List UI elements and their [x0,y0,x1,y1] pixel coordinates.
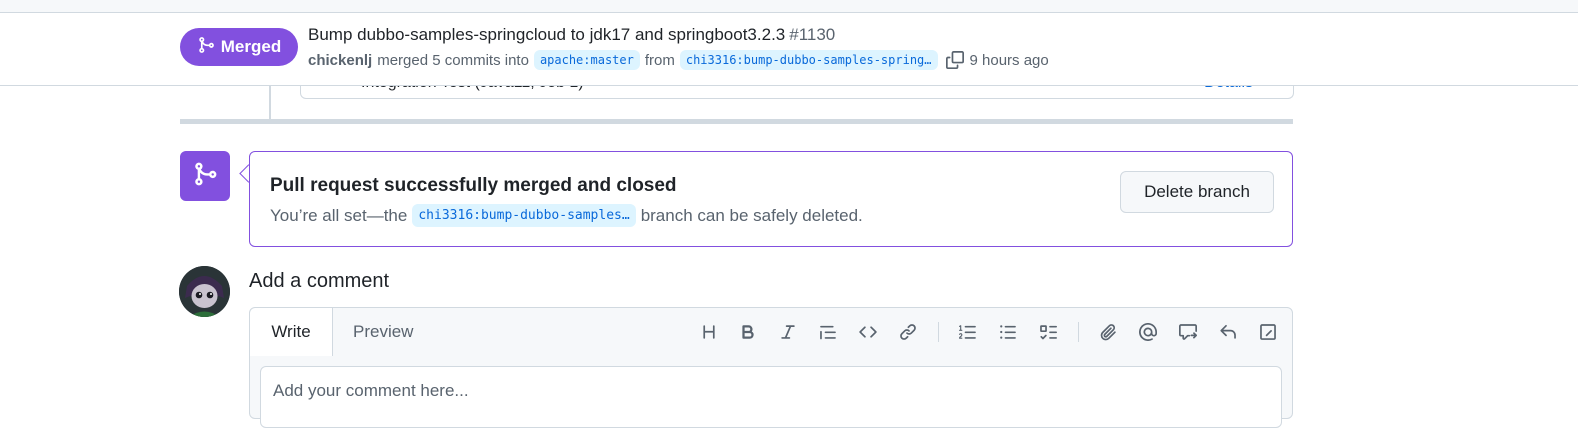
mention-icon[interactable] [1136,320,1160,344]
toolbar-separator [938,322,939,342]
from-text: from [644,51,675,69]
heading-icon[interactable] [697,320,721,344]
add-comment-heading: Add a comment [249,270,390,292]
numbered-list-icon[interactable] [956,320,980,344]
comment-textarea[interactable]: Add your comment here... [260,366,1282,428]
delete-branch-button[interactable]: Delete branch [1120,171,1274,213]
base-ref[interactable]: apache:master [533,50,640,70]
copy-icon[interactable] [945,50,965,70]
bold-icon[interactable] [736,320,760,344]
top-nav-strip [0,0,1578,13]
desc-prefix: You’re all set—the [270,205,408,225]
merged-state-badge: Merged [180,28,298,66]
author-link[interactable]: chickenlj [308,52,372,69]
link-icon[interactable] [896,320,920,344]
state-label: Merged [220,37,282,56]
task-list-icon[interactable] [1036,320,1060,344]
code-icon[interactable] [856,320,880,344]
branch-ref[interactable]: chi3316:bump-dubbo-samples… [412,204,636,227]
merge-status-icon [180,151,230,201]
head-ref[interactable]: chi3316:bump-dubbo-samples-spring… [679,50,938,70]
pr-number: #1130 [789,25,836,44]
reference-icon[interactable] [1176,320,1200,344]
timeline-divider [180,119,1293,124]
comment-placeholder: Add your comment here... [273,381,469,400]
pr-meta: chickenlj merged 5 commits into apache:m… [308,50,1049,70]
desc-suffix: branch can be safely deleted. [640,205,863,225]
merged-description: You’re all set—the chi3316:bump-dubbo-sa… [270,204,863,227]
tab-write[interactable]: Write [250,308,333,356]
git-merge-icon [197,36,215,59]
slash-command-icon[interactable] [1256,320,1280,344]
tab-preview[interactable]: Preview [353,308,413,356]
git-merge-icon [192,161,218,192]
merged-status-box: Pull request successfully merged and clo… [249,151,1293,247]
comment-editor: Write Preview Add your comment here... [249,307,1293,428]
time-ago: 9 hours ago [969,51,1049,69]
unordered-list-icon[interactable] [996,320,1020,344]
avatar[interactable] [179,266,230,317]
merged-title: Pull request successfully merged and clo… [270,175,677,196]
attach-icon[interactable] [1096,320,1120,344]
toolbar-separator [1078,322,1079,342]
quote-icon[interactable] [816,320,840,344]
merged-text: merged 5 commits into [377,51,529,69]
pr-title-text: Bump dubbo-samples-springcloud to jdk17 … [308,25,786,44]
reply-icon[interactable] [1216,320,1240,344]
pr-title: Bump dubbo-samples-springcloud to jdk17 … [308,25,835,45]
italic-icon[interactable] [776,320,800,344]
sticky-pr-header: Merged Bump dubbo-samples-springcloud to… [0,13,1578,86]
timeline-line [269,85,271,120]
